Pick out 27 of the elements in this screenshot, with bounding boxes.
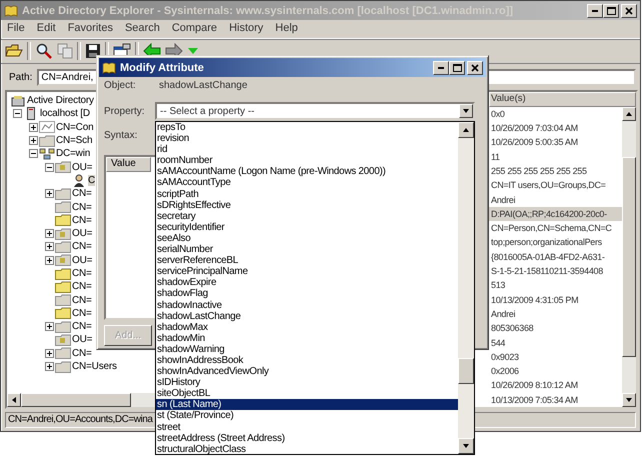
value-cell-text: 805306368 <box>490 322 534 336</box>
value-cell-text: CN=IT users,OU=Groups,DC= <box>490 179 607 192</box>
value-cell-text: 0x0 <box>490 108 506 121</box>
value-cell-text: Andrei <box>490 194 516 207</box>
value-cell-text: 10/26/2009 5:00:35 AM <box>490 136 579 150</box>
value-cell-text: 10/13/2009 7:05:34 AM <box>490 394 579 407</box>
dialog-title: Modify Attribute <box>120 62 205 74</box>
value-cell-text: 10/26/2009 7:03:04 AM <box>490 122 579 136</box>
object-value: shadowLastChange <box>159 80 248 90</box>
value-cell-text: CN=Person,CN=Schema,CN=C <box>490 222 613 236</box>
value-cell-text: Andrei <box>490 308 516 321</box>
value-cell: D:PAI(OA;;RP;4c164200-20c0- <box>489 206 622 222</box>
value-cell-text: {8016005A-01AB-4FD2-A631- <box>490 250 606 264</box>
value-cell-text: 513 <box>490 279 506 292</box>
value-cell-text: 0x2006 <box>490 365 520 378</box>
value-cell-text: 11 <box>490 150 501 164</box>
value-cell-text: top;person;organizationalPers <box>490 236 603 250</box>
value-cell-text: S-1-5-21-158110211-3594408 <box>490 265 604 278</box>
object-label: Object: <box>104 80 137 90</box>
value-cell-text: 0x9023 <box>490 350 520 364</box>
syntax-label: Syntax: <box>104 130 138 140</box>
value-cell-text: 255 255 255 255 255 255 <box>490 164 588 178</box>
path-label: Path: <box>9 72 32 83</box>
value-cell-text: 10/26/2009 8:10:12 AM <box>490 379 579 392</box>
value-cell-text: 10/13/2009 4:31:05 PM <box>490 294 580 307</box>
property-label: Property: <box>104 106 146 116</box>
value-cell-text: 544 <box>490 336 506 350</box>
